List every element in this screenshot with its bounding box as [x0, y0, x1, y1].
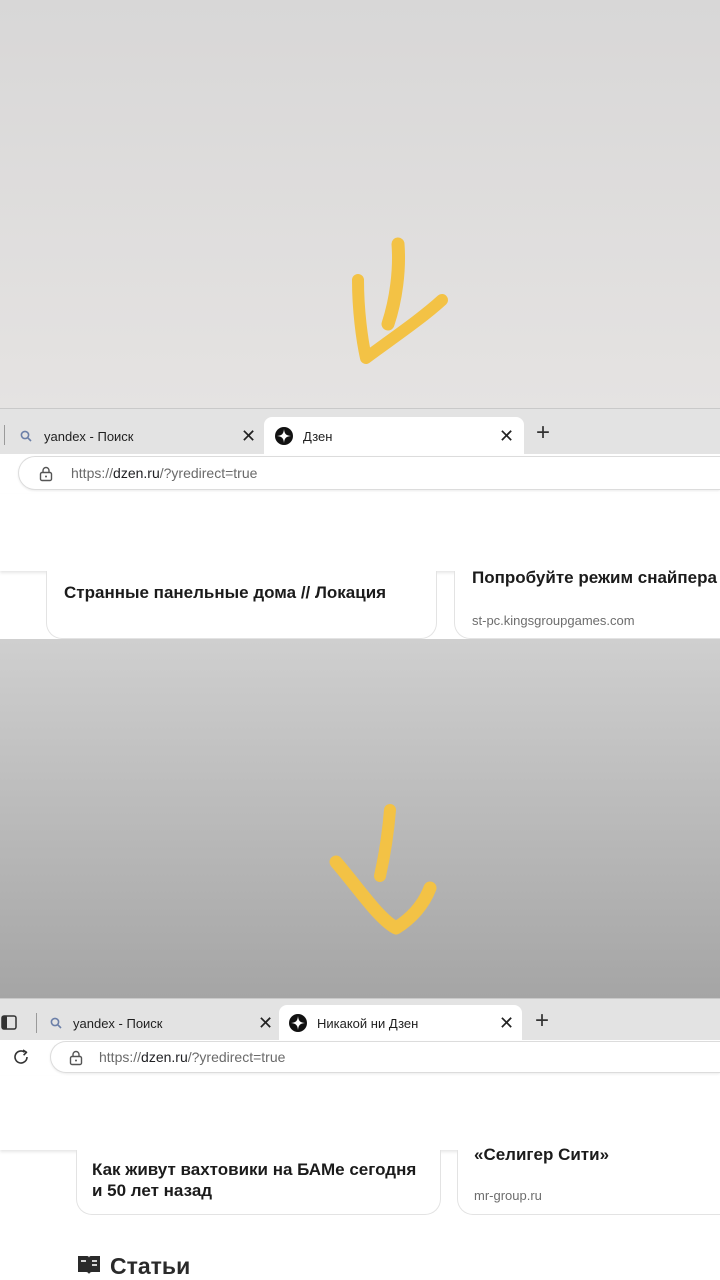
card-title: Попробуйте режим снайпера	[472, 568, 717, 587]
new-tab-button[interactable]: +	[535, 1009, 549, 1033]
card-source: st-pc.kingsgroupgames.com	[472, 613, 635, 628]
card-title: Как живут вахтовики на БАМе сегодня и 50…	[92, 1160, 417, 1200]
address-bar-row: https://dzen.ru/?yredirect=true	[0, 1040, 720, 1076]
tab-dzen[interactable]: Дзен ✕	[264, 417, 524, 455]
articles-icon	[78, 1256, 100, 1274]
news-card[interactable]: Странные панельные дома // Локация	[46, 571, 437, 639]
ad-card[interactable]: «Селигер Сити» mr-group.ru	[457, 1145, 720, 1215]
card-source: mr-group.ru	[474, 1188, 542, 1203]
lock-icon	[69, 1050, 83, 1066]
section-heading-articles: Статьи	[110, 1253, 191, 1279]
address-bar[interactable]: https://dzen.ru/?yredirect=true	[50, 1041, 720, 1073]
down-arrow-icon	[352, 237, 448, 364]
url-text: https://dzen.ru/?yredirect=true	[71, 465, 258, 481]
tab-yandex[interactable]: yandex - Поиск ✕	[40, 1005, 278, 1041]
tab-label: Дзен	[303, 428, 333, 444]
tab-label: Никакой ни Дзен	[317, 1015, 419, 1031]
tab-separator	[36, 1013, 37, 1033]
card-title: «Селигер Сити»	[474, 1145, 610, 1164]
close-tab-icon[interactable]: ✕	[258, 1014, 273, 1032]
tab-strip: yandex - Поиск ✕ Дзен ✕ +	[0, 408, 720, 455]
page-content-blank	[0, 1076, 720, 1150]
tab-label: yandex - Поиск	[44, 428, 134, 444]
new-tab-button[interactable]: +	[536, 421, 550, 445]
tab-separator	[4, 425, 5, 445]
ad-card[interactable]: Попробуйте режим снайпера st-pc.kingsgro…	[454, 568, 720, 639]
url-text: https://dzen.ru/?yredirect=true	[99, 1049, 286, 1065]
search-icon	[20, 430, 32, 442]
address-bar[interactable]: https://dzen.ru/?yredirect=true	[18, 456, 720, 490]
tab-strip: yandex - Поиск ✕ Никакой ни Дзен ✕ +	[0, 998, 720, 1041]
tab-actions-icon[interactable]	[1, 1015, 17, 1030]
down-arrow-icon	[329, 804, 437, 935]
tab-label: yandex - Поиск	[73, 1015, 163, 1031]
dzen-logo-icon	[275, 427, 293, 445]
close-tab-icon[interactable]: ✕	[241, 427, 256, 445]
tab-yandex[interactable]: yandex - Поиск ✕	[8, 417, 263, 455]
card-title: Странные панельные дома // Локация	[64, 583, 387, 602]
tab-dzen[interactable]: Никакой ни Дзен ✕	[279, 1005, 522, 1041]
news-card[interactable]: Как живут вахтовики на БАМе сегодня и 50…	[76, 1150, 441, 1215]
address-bar-row: https://dzen.ru/?yredirect=true	[0, 454, 720, 494]
search-icon	[50, 1017, 62, 1029]
page-content-blank	[0, 494, 720, 571]
close-tab-icon[interactable]: ✕	[499, 1014, 514, 1032]
refresh-icon[interactable]	[12, 1048, 30, 1066]
lock-icon	[39, 466, 53, 482]
close-tab-icon[interactable]: ✕	[499, 427, 514, 445]
dzen-logo-icon	[289, 1014, 307, 1032]
